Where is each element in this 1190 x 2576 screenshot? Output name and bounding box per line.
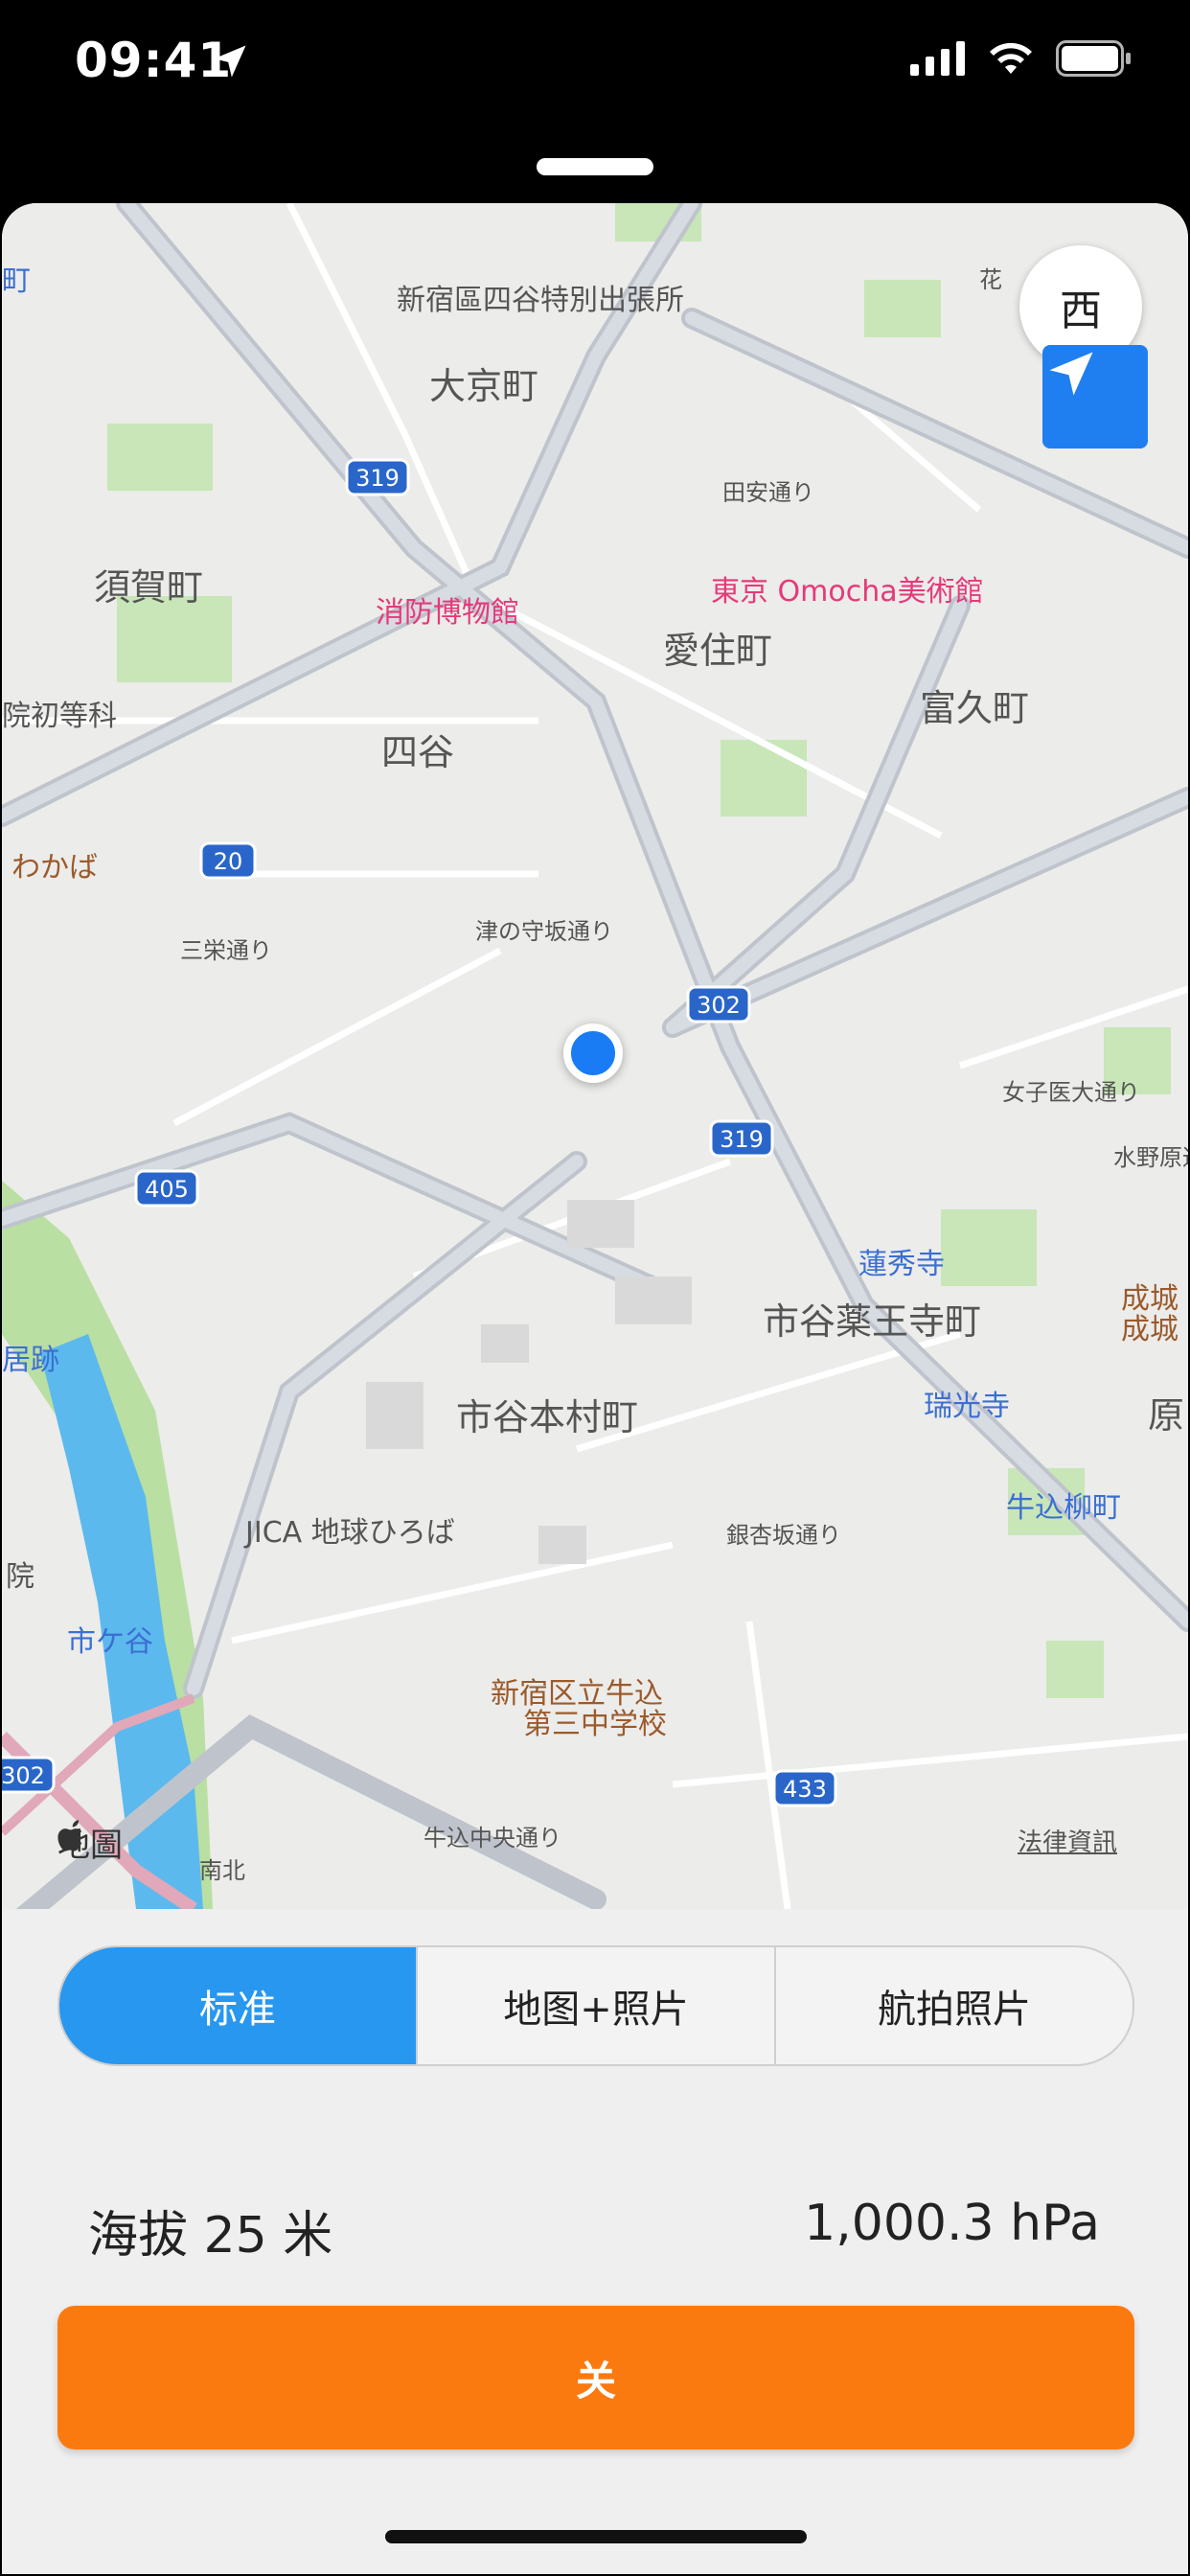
map-label: 女子医大通り (1002, 1079, 1140, 1106)
map-view[interactable]: 319 20 302 319 405 302 433 新宿區四谷特別出張所 大京… (2, 203, 1188, 1909)
svg-text:433: 433 (783, 1776, 827, 1803)
map-label: 南北 (199, 1857, 245, 1884)
map-label: 市ケ谷 (67, 1625, 153, 1659)
map-label: 須賀町 (94, 566, 204, 609)
map-label: 居跡 (2, 1344, 59, 1377)
off-button[interactable]: 关 (57, 2306, 1134, 2450)
map-label: JICA 地球ひろば (245, 1516, 455, 1550)
cellular-signal-icon (910, 41, 965, 76)
apple-logo-icon (57, 1820, 82, 1852)
status-bar: 09:41 (0, 0, 1190, 144)
map-label: 田安通り (722, 479, 814, 506)
svg-text:405: 405 (145, 1176, 189, 1203)
user-location-dot (563, 1024, 623, 1083)
location-arrow-icon (1049, 352, 1093, 396)
map-label: 蓮秀寺 (858, 1248, 945, 1281)
map-label: 第三中学校 (523, 1708, 667, 1741)
svg-text:20: 20 (214, 848, 243, 875)
map-label: 市谷本村町 (456, 1396, 639, 1438)
battery-icon (1056, 40, 1131, 77)
svg-text:302: 302 (2, 1762, 45, 1789)
map-label: 銀杏坂通り (726, 1522, 841, 1549)
locate-me-button[interactable] (1042, 345, 1148, 448)
map-label: 津の守坂通り (475, 918, 613, 945)
map-label: 花 (979, 266, 1002, 293)
map-label: 富久町 (920, 687, 1030, 729)
map-label: 市谷薬王寺町 (763, 1300, 982, 1343)
map-label: 水野原通り (1113, 1144, 1188, 1171)
segment-hybrid[interactable]: 地图+照片 (416, 1947, 774, 2064)
location-arrow-icon (214, 45, 246, 78)
wifi-icon (990, 42, 1032, 74)
altitude-readout: 海拔 25 米 (88, 2207, 333, 2265)
map-label: わかば (11, 851, 98, 885)
map-type-segmented-control: 标准 地图+照片 航拍照片 (57, 1945, 1134, 2066)
sheet-grabber[interactable] (537, 158, 653, 175)
legal-link[interactable]: 法律資訊 (1018, 1823, 1117, 1858)
map-label: 消防博物館 (376, 596, 519, 630)
map-label: 成城 (1121, 1313, 1179, 1346)
map-label: 牛込中央通り (423, 1825, 561, 1852)
map-label: 院初等科 (2, 700, 117, 733)
maps-attribution[interactable]: 地圖 (57, 1819, 123, 1866)
map-label: 町 (2, 264, 31, 298)
svg-text:302: 302 (697, 992, 741, 1019)
map-label: 原 (1148, 1394, 1185, 1437)
map-label: 新宿區四谷特別出張所 (397, 284, 684, 317)
map-label: 大京町 (429, 365, 539, 407)
map-label: 瑞光寺 (924, 1390, 1010, 1423)
pressure-readout: 1,000.3 hPa (804, 2195, 1100, 2252)
map-label: 四谷 (381, 731, 455, 773)
home-indicator (385, 2530, 807, 2543)
svg-text:319: 319 (355, 465, 400, 492)
map-label: 愛住町 (663, 630, 773, 672)
map-label: 牛込柳町 (1006, 1491, 1121, 1525)
svg-text:319: 319 (720, 1126, 764, 1153)
map-label: 東京 Omocha美術館 (711, 575, 984, 609)
map-label: 三栄通り (180, 937, 272, 964)
bottom-sheet: 319 20 302 319 405 302 433 新宿區四谷特別出張所 大京… (2, 203, 1188, 2574)
map-label: 院 (6, 1560, 34, 1594)
segment-satellite[interactable]: 航拍照片 (774, 1947, 1133, 2064)
segment-standard[interactable]: 标准 (59, 1947, 416, 2064)
